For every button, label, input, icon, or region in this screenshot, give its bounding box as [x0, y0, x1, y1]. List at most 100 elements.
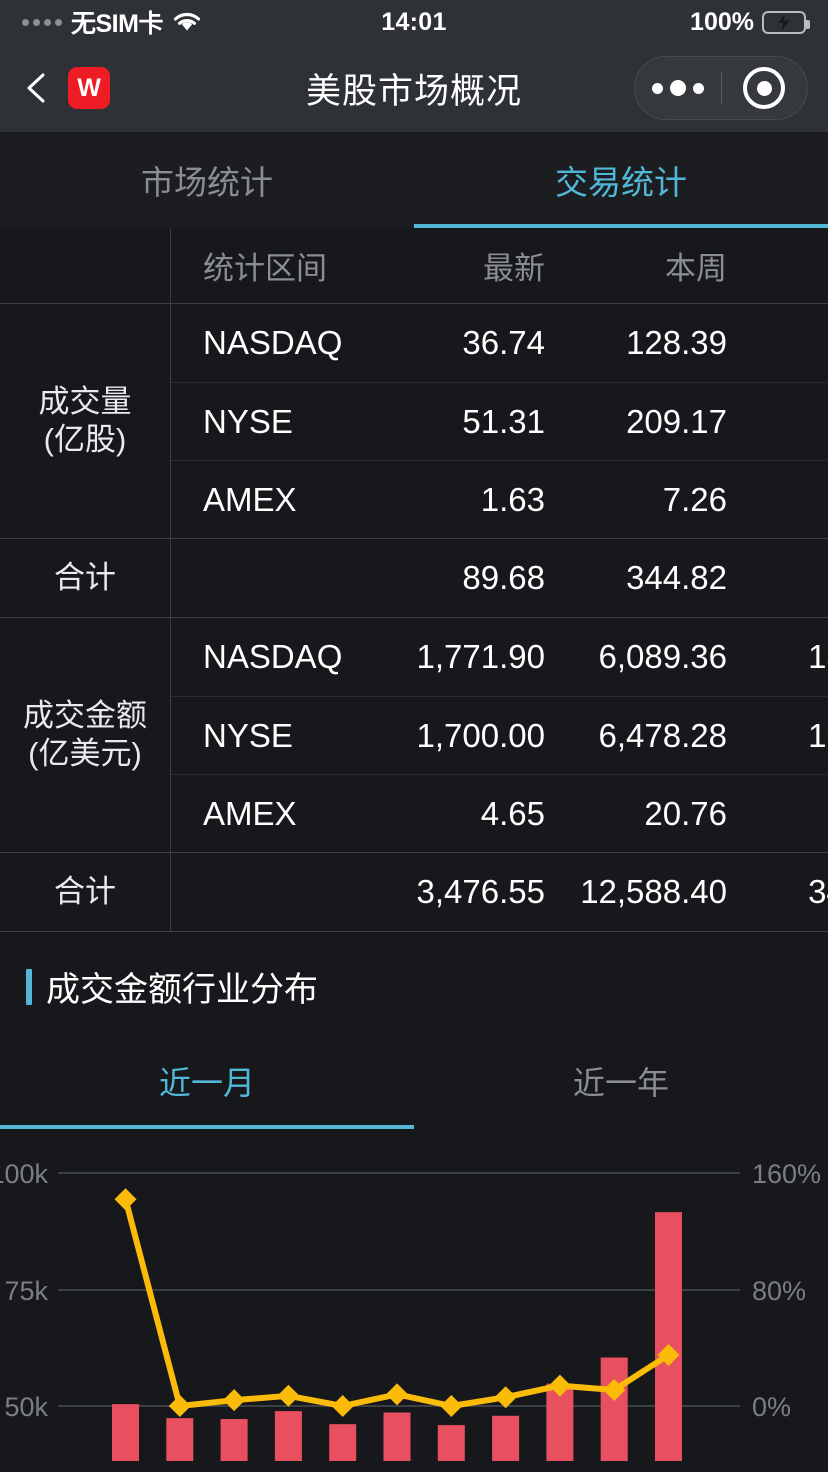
group-turnover-label-line2: (亿美元): [28, 736, 142, 771]
row-month: 15,648: [808, 638, 828, 675]
total-week: 12,588.40: [580, 873, 727, 910]
miniprogram-capsule: [634, 56, 808, 120]
clock-label: 14:01: [381, 7, 447, 36]
row-latest: 1.63: [480, 480, 545, 518]
chart-y-axis-right-labels: 160% 80% 0%: [752, 1159, 821, 1422]
total-cells: 3,476.55 12,588.40 34,832: [171, 853, 828, 931]
total-label: 合计: [0, 539, 171, 617]
col-header-week: 本周: [665, 251, 727, 286]
chart-bar: [437, 1425, 465, 1461]
chart-line-marker: [331, 1395, 354, 1417]
table-row[interactable]: AMEX 1.63 7.26 18: [171, 460, 828, 538]
table-row[interactable]: NYSE 1,700.00 6,478.28 19,127: [171, 696, 828, 774]
chart-line-series: [114, 1188, 680, 1417]
row-week: 209.17: [626, 402, 727, 440]
row-latest: 1,700.00: [416, 716, 545, 754]
tab-trade-stats[interactable]: 交易统计: [414, 132, 828, 228]
chart-line-marker: [494, 1386, 517, 1409]
total-label: 合计: [0, 853, 171, 931]
table-header-corner: [0, 228, 171, 303]
chart-bar: [329, 1424, 357, 1461]
back-chevron-icon[interactable]: [20, 71, 54, 105]
stats-table: 统计区间 最新 本周 本月 成交量 (亿股) NASDAQ 36.74 128.…: [0, 228, 828, 932]
table-row[interactable]: NASDAQ 36.74 128.39 359: [171, 304, 828, 382]
row-week: 6,478.28: [598, 716, 727, 754]
total-month: 34,832: [808, 873, 828, 910]
group-turnover-rows: NASDAQ 1,771.90 6,089.36 15,648 NYSE 1,7…: [171, 618, 828, 852]
app-root: 无SIM卡 14:01 100% W 美股市场概况 市场统计 交易统计 统计区间…: [0, 0, 828, 1472]
row-month: 359: [735, 324, 828, 362]
chart-bar: [112, 1404, 139, 1461]
section-title: 成交金额行业分布: [46, 971, 318, 1009]
row-exchange-name: AMEX: [203, 480, 297, 518]
table-row[interactable]: NASDAQ 1,771.90 6,089.36 15,648: [171, 618, 828, 696]
y-axis-left-tick: 75k: [4, 1276, 48, 1306]
section-header: 成交金额行业分布: [0, 932, 828, 1011]
table-header-cells: 统计区间 最新 本周 本月: [171, 228, 828, 303]
table-header-row: 统计区间 最新 本周 本月: [0, 228, 828, 303]
total-row-volume: 合计 89.68 344.82 1,034: [0, 539, 828, 617]
row-latest: 51.31: [462, 402, 545, 440]
total-month: 1,034: [735, 559, 828, 597]
row-exchange-name: NYSE: [203, 716, 293, 754]
chart-gridlines: [58, 1172, 740, 1407]
group-turnover-label: 成交金额 (亿美元): [0, 618, 171, 852]
chart-line-marker: [386, 1383, 408, 1406]
group-turnover: 成交金额 (亿美元) NASDAQ 1,771.90 6,089.36 15,6…: [0, 618, 828, 852]
row-week: 128.39: [626, 324, 727, 361]
chart-line: [122, 1196, 672, 1409]
row-exchange-name: NASDAQ: [203, 324, 343, 361]
y-axis-right-tick: 0%: [752, 1392, 791, 1422]
group-volume-label: 成交量 (亿股): [0, 304, 171, 538]
row-exchange-name: NASDAQ: [203, 638, 343, 675]
chart-line-marker: [440, 1395, 463, 1417]
chart-y-axis-left-labels: 100k 75k 50k: [0, 1159, 48, 1422]
row-month: 656: [735, 403, 828, 441]
row-month: 19,127: [808, 716, 828, 754]
chart-bar: [274, 1411, 302, 1461]
total-latest: 3,476.55: [416, 873, 545, 910]
y-axis-left-tick: 100k: [0, 1159, 48, 1189]
group-volume-rows: NASDAQ 36.74 128.39 359 NYSE 51.31 209.1…: [171, 304, 828, 538]
status-bar: 无SIM卡 14:01 100%: [0, 0, 828, 44]
row-latest: 36.74: [462, 324, 545, 361]
target-circle-icon[interactable]: [722, 67, 808, 109]
more-dots-icon[interactable]: [635, 80, 721, 96]
chart-bar: [655, 1212, 682, 1461]
y-axis-right-tick: 80%: [752, 1276, 806, 1306]
chart-svg: 100k 75k 50k 160% 80% 0%: [0, 1159, 821, 1461]
row-week: 6,089.36: [598, 638, 727, 675]
col-header-latest: 最新: [483, 251, 545, 286]
row-week: 7.26: [662, 480, 727, 518]
main-tab-bar: 市场统计 交易统计: [0, 132, 828, 228]
tab-last-year[interactable]: 近一年: [414, 1033, 828, 1129]
y-axis-left-tick: 50k: [4, 1392, 48, 1422]
tab-market-stats[interactable]: 市场统计: [0, 132, 414, 228]
row-exchange-name: AMEX: [203, 794, 297, 832]
row-latest: 4.65: [480, 794, 545, 832]
chart-bar: [220, 1419, 248, 1461]
chart-bars: [112, 1212, 682, 1461]
y-axis-right-tick: 160%: [752, 1159, 821, 1189]
section-accent-bar: [26, 968, 32, 1005]
chart-bar: [492, 1415, 520, 1461]
chart-bar: [383, 1412, 411, 1461]
chart-line-marker: [223, 1389, 246, 1412]
col-header-interval: 统计区间: [203, 251, 327, 286]
app-badge[interactable]: W: [68, 67, 110, 109]
group-volume: 成交量 (亿股) NASDAQ 36.74 128.39 359 NYSE 51…: [0, 304, 828, 538]
total-week: 344.82: [626, 559, 727, 596]
total-cells: 89.68 344.82 1,034: [171, 539, 828, 617]
row-latest: 1,771.90: [416, 638, 545, 675]
tab-last-month[interactable]: 近一月: [0, 1033, 414, 1129]
nav-left-group: W: [20, 67, 110, 109]
total-latest: 89.68: [462, 559, 545, 596]
table-row[interactable]: NYSE 51.31 209.17 656: [171, 382, 828, 460]
table-row[interactable]: AMEX 4.65 20.76 57: [171, 774, 828, 852]
chart-line-marker: [114, 1188, 137, 1211]
chart-line-marker: [277, 1384, 300, 1407]
chart-bar: [166, 1418, 194, 1461]
group-volume-label-line2: (亿股): [43, 422, 127, 457]
industry-distribution-chart[interactable]: 100k 75k 50k 160% 80% 0%: [0, 1129, 828, 1461]
chart-line-marker: [168, 1395, 191, 1417]
